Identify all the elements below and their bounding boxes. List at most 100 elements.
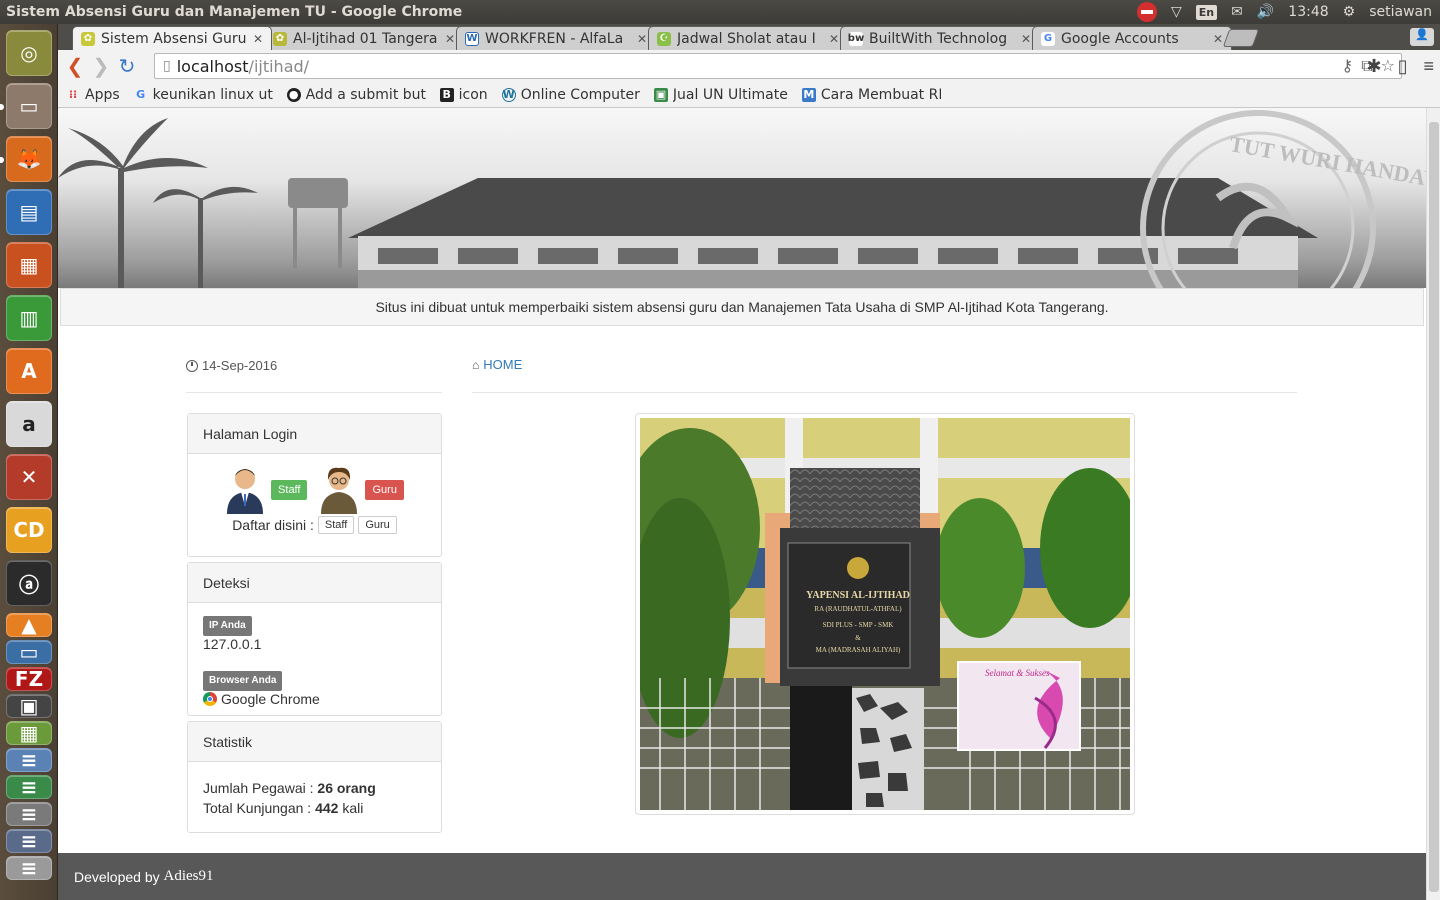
bookmark-online-computer[interactable]: W Online Computer <box>501 87 640 103</box>
reload-button[interactable]: ↻ <box>114 53 140 79</box>
back-button[interactable]: ❮ <box>62 53 88 79</box>
file-manager-icon[interactable]: ▭ <box>6 83 52 129</box>
stack-icon[interactable]: ≡ <box>6 748 52 772</box>
system-settings-icon[interactable]: ✕ <box>6 454 52 500</box>
chrome-icon <box>203 692 217 706</box>
workspace-icon[interactable]: ▦ <box>6 721 52 745</box>
staff-avatar-icon <box>227 469 264 514</box>
detection-panel: Deteksi IP Anda 127.0.0.1 Browser Anda G… <box>187 562 442 716</box>
close-tab-icon[interactable]: ✕ <box>637 32 647 46</box>
filezilla-icon[interactable]: FZ <box>6 667 52 691</box>
close-tab-icon[interactable]: ✕ <box>445 32 455 46</box>
current-date: 14-Sep-2016 <box>202 358 278 373</box>
school-favicon-icon: ✿ <box>81 31 95 46</box>
forward-button[interactable]: ❯ <box>88 53 114 79</box>
github-icon: ● <box>286 87 301 102</box>
visits-unit: kali <box>342 800 364 816</box>
close-tab-icon[interactable]: ✕ <box>1213 32 1223 46</box>
guru-login-button[interactable]: Guru <box>365 480 404 500</box>
google-icon: G <box>136 88 146 101</box>
extension-bug-icon[interactable]: ✱ <box>1366 56 1381 77</box>
firefox-icon[interactable]: 🦊 <box>6 136 52 182</box>
scrollbar-thumb[interactable] <box>1429 122 1439 892</box>
employees-value: 26 orang <box>317 780 376 796</box>
amazon-icon[interactable]: a <box>6 401 52 447</box>
bookmark-icon[interactable]: Bicon <box>439 87 488 103</box>
apps-grid-icon: ⁝⁝ <box>68 88 78 101</box>
bookmark-cara-membuat[interactable]: M Cara Membuat RE <box>801 87 941 103</box>
wifi-icon[interactable]: ▽ <box>1171 4 1182 20</box>
employees-label: Jumlah Pegawai : <box>203 780 314 796</box>
calc-icon[interactable]: ▥ <box>6 295 52 341</box>
impress-icon[interactable]: ▦ <box>6 242 52 288</box>
detection-panel-title: Deteksi <box>188 563 441 603</box>
poster-title: Selamat & Sukses <box>985 668 1050 678</box>
tab-strip: ✿ Sistem Absensi Guru ✕ ✿ Al-Ijtihad 01 … <box>58 24 1440 50</box>
new-tab-button[interactable] <box>1222 29 1260 47</box>
software-center-icon[interactable]: A <box>6 348 52 394</box>
builtwith-favicon-icon: bw <box>847 31 865 46</box>
header-banner-image: TUT WURI HANDAYANI <box>58 108 1426 288</box>
ubuntu-dash-icon[interactable]: ◎ <box>6 30 52 76</box>
mosque-favicon-icon: ☪ <box>657 31 671 46</box>
school-photo: YAPENSI AL-IJTIHAD RA (RAUDHATUL-ATHFAL)… <box>620 413 1140 815</box>
login-panel-title: Halaman Login <box>188 414 441 454</box>
mail-icon[interactable]: ✉ <box>1231 4 1243 20</box>
tab-builtwith[interactable]: bw BuiltWith Technolog ✕ <box>840 26 1040 50</box>
clock-icon <box>186 359 198 372</box>
remote-desktop-icon[interactable]: ▭ <box>6 640 52 664</box>
mobile-icon[interactable]: ▯ <box>1398 56 1408 77</box>
key-icon[interactable]: ⚷ <box>1342 56 1354 76</box>
bookmark-jual-un[interactable]: ▣ Jual UN Ultimate <box>653 87 788 103</box>
tab-sistem-absensi[interactable]: ✿ Sistem Absensi Guru ✕ <box>72 26 272 50</box>
clock[interactable]: 13:48 <box>1288 4 1328 20</box>
tab-workfren[interactable]: W WORKFREN - AlfaLa ✕ <box>456 26 656 50</box>
cd-burner-icon[interactable]: CD <box>6 507 52 553</box>
close-tab-icon[interactable]: ✕ <box>829 32 839 46</box>
close-tab-icon[interactable]: ✕ <box>1021 32 1031 46</box>
volume-icon[interactable]: 🔊 <box>1257 4 1274 20</box>
unity-launcher: ◎ ▭ 🦊 ▤ ▦ ▥ A a ✕ CD ⓐ ▲ ▭ FZ ▣ ▦ ≡ ≡ ≡ … <box>0 24 58 900</box>
bookmark-apps[interactable]: ⁝⁝ Apps <box>66 87 120 103</box>
visits-label: Total Kunjungan : <box>203 800 312 816</box>
browser-label-badge: Browser Anda <box>203 671 283 691</box>
ip-label-badge: IP Anda <box>203 616 252 636</box>
bookmark-add-submit[interactable]: ● Add a submit but <box>286 87 426 103</box>
close-tab-icon[interactable]: ✕ <box>253 32 263 46</box>
page-viewport: TUT WURI HANDAYANI Situs ini dibuat untu… <box>58 108 1426 900</box>
breadcrumb[interactable]: ⌂ HOME <box>472 357 522 372</box>
bookmark-keunikan[interactable]: Gkeunikan linux ut <box>134 87 273 103</box>
trash-icon[interactable]: ≡ <box>6 802 52 826</box>
settings-gear-icon[interactable]: ⚙ <box>1343 4 1356 20</box>
register-guru-button[interactable]: Guru <box>358 516 397 534</box>
register-staff-button[interactable]: Staff <box>317 516 355 534</box>
vlc-icon[interactable]: ▲ <box>6 613 52 637</box>
tab-jadwal-sholat[interactable]: ☪ Jadwal Sholat atau I ✕ <box>648 26 848 50</box>
keyboard-layout-indicator[interactable]: En <box>1195 4 1218 20</box>
login-panel: Halaman Login Staff Guru Daftar disini:… <box>187 413 442 557</box>
register-label: Daftar disini : <box>232 517 314 533</box>
page-icon: ▯ <box>163 58 171 74</box>
breadcrumb-home[interactable]: HOME <box>483 357 522 372</box>
user-name[interactable]: setiawan <box>1369 4 1432 20</box>
screenshot-icon[interactable]: ▣ <box>6 694 52 718</box>
browser-toolbar: ❮ ❯ ↻ ▯ localhost/ijtihad/ ⚷ ⧉ ☆ ✱ ▯ ≡ <box>58 50 1440 82</box>
menu-icon[interactable]: ≡ <box>1423 56 1434 77</box>
page-scrollbar[interactable] <box>1426 108 1440 900</box>
a-app-icon[interactable]: ⓐ <box>6 560 52 606</box>
statistics-panel: Statistik Jumlah Pegawai : 26 orang Tota… <box>187 721 442 833</box>
update-stop-icon[interactable] <box>1136 2 1157 22</box>
stack3-icon[interactable]: ≡ <box>6 829 52 853</box>
footer-author[interactable]: Adies91 <box>164 868 214 885</box>
w-favicon-icon: W <box>465 31 479 46</box>
writer-icon[interactable]: ▤ <box>6 189 52 235</box>
m-icon: M <box>801 87 816 102</box>
address-bar[interactable]: ▯ localhost/ijtihad/ ⚷ ⧉ ☆ <box>154 53 1402 79</box>
google-favicon-icon: G <box>1041 31 1055 46</box>
profile-icon[interactable]: 👤 <box>1410 28 1434 46</box>
stack4-icon[interactable]: ≡ <box>6 856 52 880</box>
tab-al-ijtihad[interactable]: ✿ Al-Ijtihad 01 Tangera ✕ <box>264 26 464 50</box>
stack2-icon[interactable]: ≡ <box>6 775 52 799</box>
tab-google-accounts[interactable]: G Google Accounts ✕ <box>1032 26 1232 50</box>
staff-login-button[interactable]: Staff <box>271 480 308 500</box>
